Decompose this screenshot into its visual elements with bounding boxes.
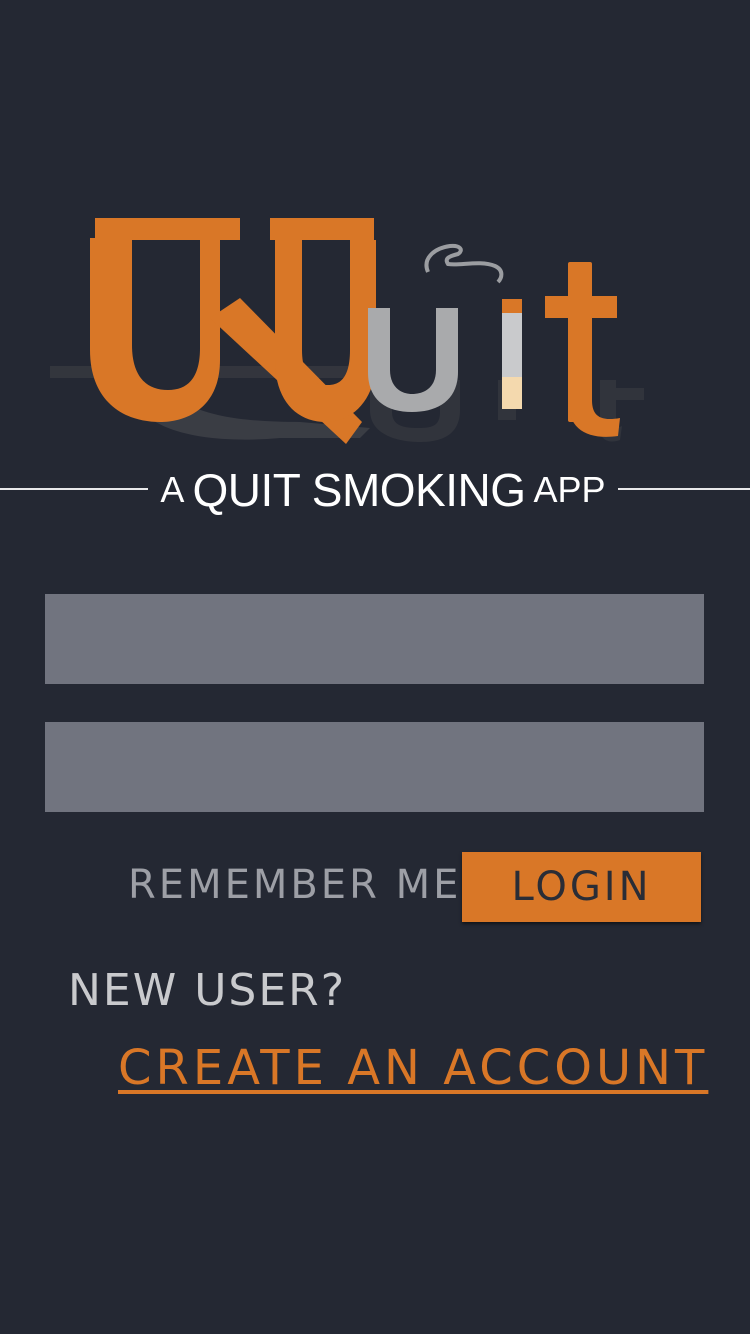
username-input[interactable] (45, 594, 704, 684)
logo-letter-u (270, 218, 376, 422)
tagline-divider-right (618, 488, 750, 490)
tagline: A QUIT SMOKING APP (0, 462, 750, 518)
remember-me-toggle[interactable]: REMEMBER ME (128, 862, 461, 908)
tagline-divider-left (0, 488, 148, 490)
password-input[interactable] (45, 722, 704, 812)
tagline-prefix: A (160, 469, 185, 510)
new-user-label: NEW USER? (68, 965, 347, 1016)
tagline-suffix: APP (533, 469, 606, 510)
tagline-main: QUIT SMOKING (192, 464, 526, 516)
app-logo (50, 218, 644, 444)
login-button[interactable]: LOGIN (462, 852, 701, 922)
create-account-link[interactable]: CREATE AN ACCOUNT (118, 1040, 708, 1096)
tagline-text: A QUIT SMOKING APP (150, 462, 616, 518)
logo-letter-u-small (368, 308, 458, 412)
